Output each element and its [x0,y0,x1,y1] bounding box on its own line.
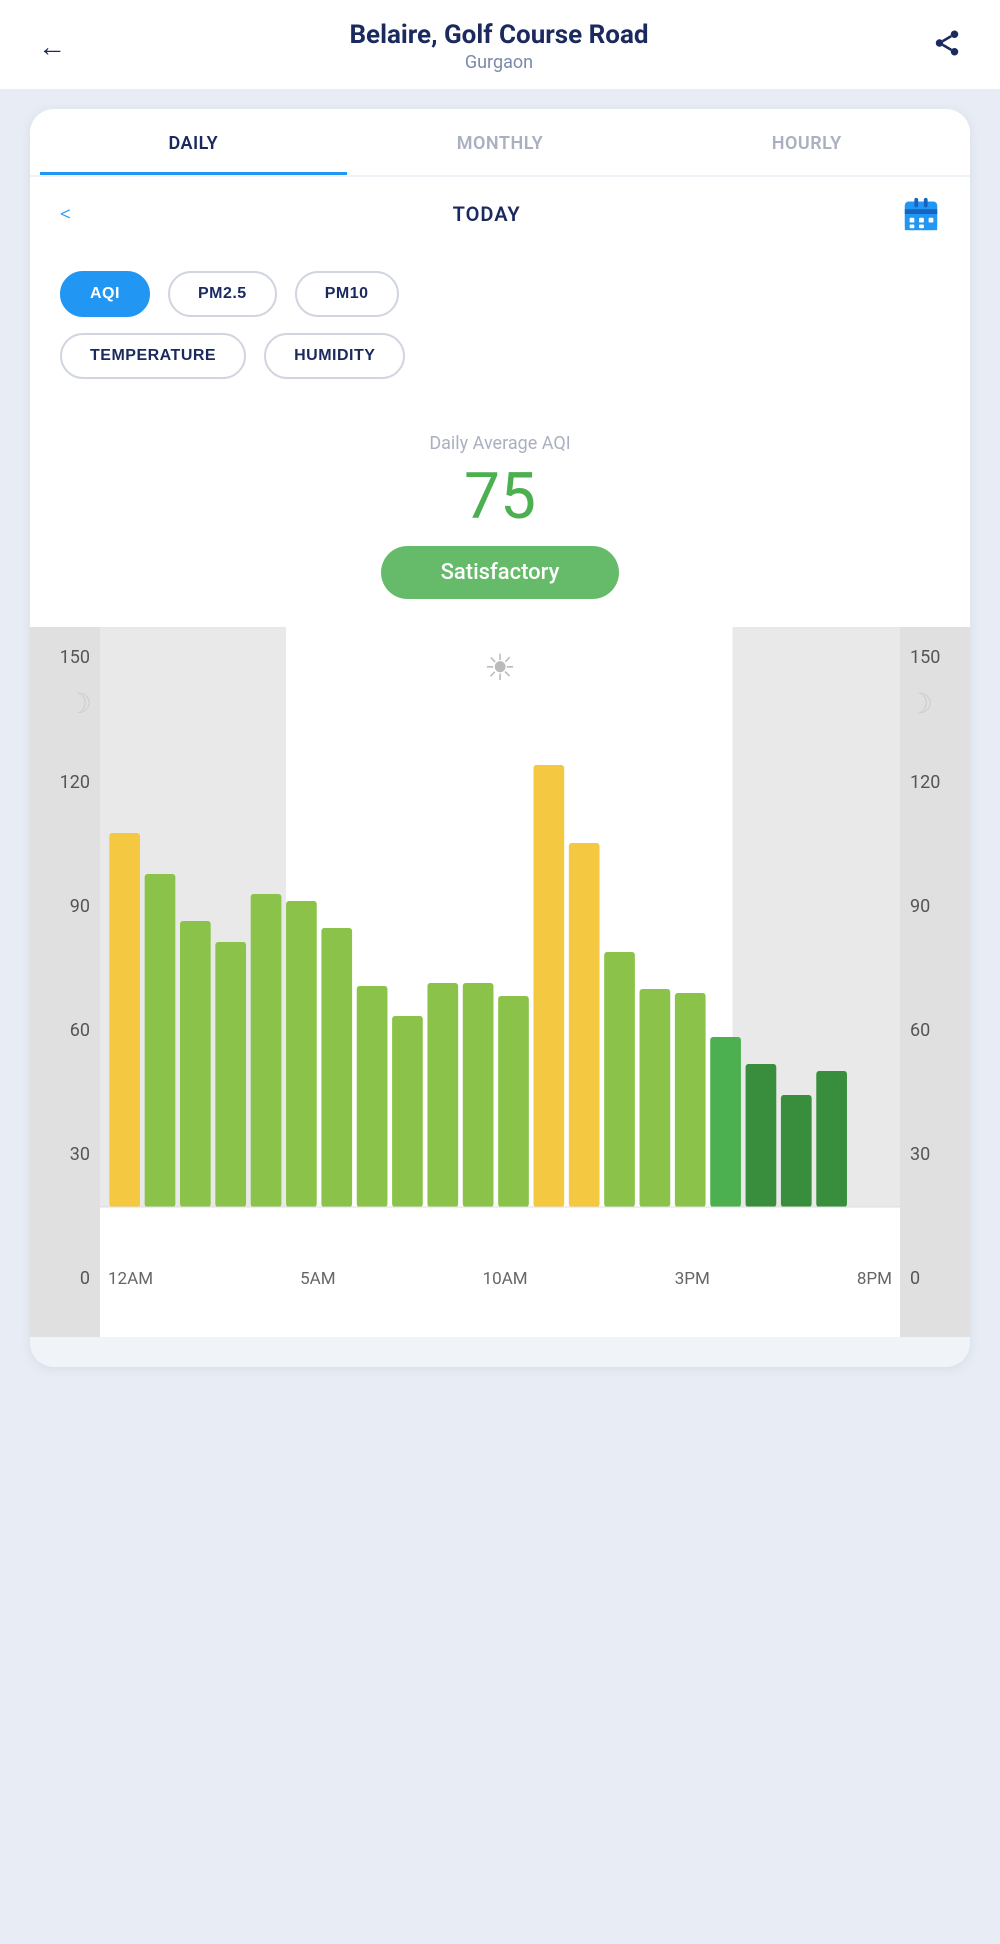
metric-row-1: AQI PM2.5 PM10 [60,271,940,317]
y-label-150-right: 150 [910,647,964,668]
metric-pm10-button[interactable]: PM10 [295,271,399,317]
location-subtitle: Gurgaon [74,52,924,73]
calendar-icon[interactable] [902,195,940,233]
y-axis-left: ☽ 150 120 90 60 30 0 [30,627,100,1337]
metric-pm25-button[interactable]: PM2.5 [168,271,277,317]
header: ← Belaire, Golf Course Road Gurgaon [0,0,1000,89]
y-label-60-right: 60 [910,1020,964,1041]
moon-icon-right: ☽ [908,687,933,720]
moon-icon-left: ☽ [67,687,92,720]
y-label-0-left: 0 [40,1268,90,1289]
tab-hourly[interactable]: HOURLY [653,109,960,175]
aqi-average-label: Daily Average AQI [50,433,950,454]
y-label-90-left: 90 [40,896,90,917]
chart-container: ☽ 150 120 90 60 30 0 ☀ [30,627,970,1337]
header-title-block: Belaire, Golf Course Road Gurgaon [74,20,924,73]
x-label-3pm: 3PM [675,1269,710,1289]
y-label-150-left: 150 [40,647,90,668]
y-label-0-right: 0 [910,1268,964,1289]
bar-chart-svg [100,627,900,1257]
x-label-12am: 12AM [108,1269,153,1289]
x-label-8pm: 8PM [857,1269,892,1289]
current-date-label: TODAY [453,202,521,226]
y-label-60-left: 60 [40,1020,90,1041]
metric-row-2: TEMPERATURE HUMIDITY [60,333,940,379]
metric-temperature-button[interactable]: TEMPERATURE [60,333,246,379]
y-axis-right: ☽ 150 120 90 60 30 0 [900,627,970,1337]
y-label-30-right: 30 [910,1144,964,1165]
y-label-30-left: 30 [40,1144,90,1165]
metric-humidity-button[interactable]: HUMIDITY [264,333,405,379]
tab-monthly[interactable]: MONTHLY [347,109,654,175]
y-label-90-right: 90 [910,896,964,917]
back-button[interactable]: ← [30,27,74,67]
metric-aqi-button[interactable]: AQI [60,271,150,317]
main-card: DAILY MONTHLY HOURLY < TODAY AQI PM2.5 P… [30,109,970,1367]
date-navigation: < TODAY [30,177,970,251]
aqi-value: 75 [50,462,950,532]
share-icon [932,28,962,58]
metric-section: AQI PM2.5 PM10 TEMPERATURE HUMIDITY [30,251,970,423]
chart-wrapper: ☽ 150 120 90 60 30 0 ☀ [30,627,970,1337]
x-label-5am: 5AM [300,1269,336,1289]
tab-daily[interactable]: DAILY [40,109,347,175]
y-label-120-left: 120 [40,772,90,793]
share-button[interactable] [924,24,970,69]
prev-date-button[interactable]: < [60,202,71,227]
tabs-container: DAILY MONTHLY HOURLY [30,109,970,175]
x-axis-labels: 12AM 5AM 10AM 3PM 8PM [100,1261,900,1289]
aqi-status-badge: Satisfactory [381,546,620,599]
aqi-display: Daily Average AQI 75 Satisfactory [30,423,970,627]
sun-icon: ☀ [484,647,516,689]
x-label-10am: 10AM [483,1269,528,1289]
chart-main-area: ☀ [100,627,900,1337]
location-title: Belaire, Golf Course Road [74,20,924,50]
y-label-120-right: 120 [910,772,964,793]
